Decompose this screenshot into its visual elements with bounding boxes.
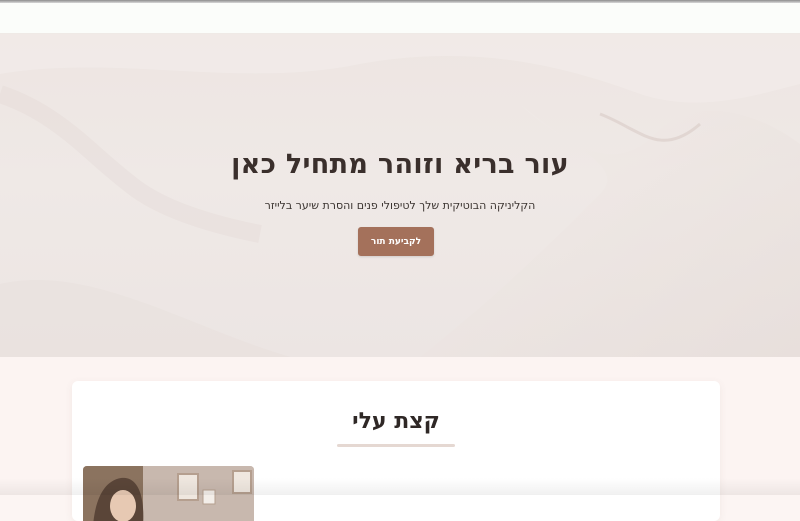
about-title-divider bbox=[337, 444, 455, 447]
about-photo bbox=[83, 466, 254, 521]
about-section: קצת עלי bbox=[0, 357, 800, 521]
hero-section: עור בריא וזוהר מתחיל כאן הקליניקה הבוטיק… bbox=[0, 34, 800, 357]
book-appointment-button[interactable]: לקביעת תור bbox=[358, 227, 434, 256]
hero-subtitle: הקליניקה הבוטיקית שלך לטיפולי פנים והסרת… bbox=[264, 199, 536, 212]
clinic-portrait-image bbox=[83, 466, 254, 521]
about-title: קצת עלי bbox=[352, 409, 440, 434]
hero-title: עור בריא וזוהר מתחיל כאן bbox=[231, 149, 569, 180]
about-card: קצת עלי bbox=[72, 381, 720, 521]
site-header bbox=[0, 3, 800, 34]
hero-background-image bbox=[0, 34, 800, 357]
